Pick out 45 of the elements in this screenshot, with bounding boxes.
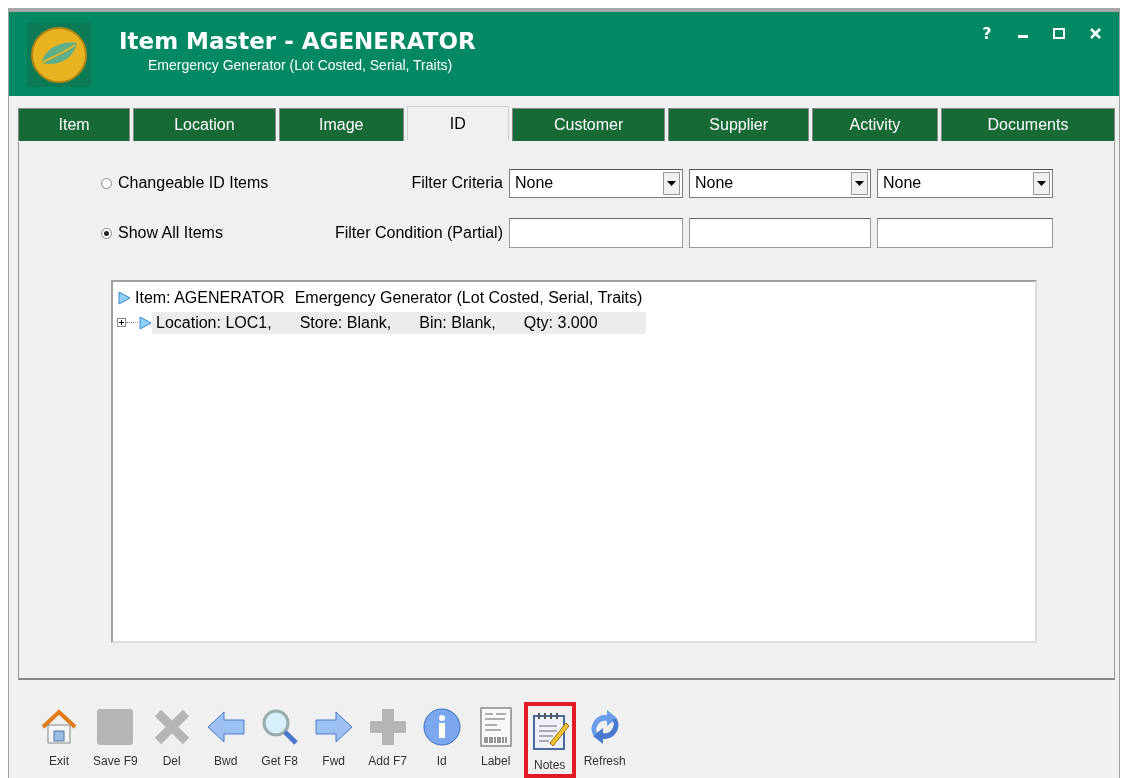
input-field[interactable] [689,218,871,248]
radio-label: Show All Items [118,224,223,242]
help-button[interactable]: ? [969,22,1005,44]
plus-icon [367,706,408,748]
tab[interactable]: Documents [940,108,1115,141]
tab[interactable]: Customer [511,108,666,141]
toolbar-button[interactable]: Refresh [577,698,632,774]
tree-node[interactable]: Item: AGENERATOR Emergency Generator (Lot Costed, Serial, Traits) [131,286,653,309]
window-title: Item Master - AGENERATOR [119,27,476,56]
leaf-logo-icon [27,23,91,87]
toolbar-button[interactable]: Get F8 [253,698,306,774]
radio-button[interactable] [101,227,112,239]
radio-button[interactable] [101,177,112,189]
toolbar-button[interactable]: Exit [33,698,85,774]
triangle-icon [117,290,131,305]
tab[interactable]: Image [278,108,404,141]
toolbar-button[interactable]: Bwd [199,698,252,774]
toolbar-button[interactable]: Id [415,698,468,774]
tab[interactable]: Activity [812,108,938,141]
tab[interactable]: ID [406,106,509,140]
tab[interactable]: Supplier [668,108,809,141]
dropdown[interactable]: None [509,168,683,198]
minimize-icon [1018,35,1028,38]
input-field[interactable] [877,218,1053,248]
tree-node[interactable]: Location: LOC1, Store: Blank, Bin: Blank, Qty: 3.000 [152,311,646,334]
triangle-icon [138,315,152,330]
filter-criteria-label: Filter Criteria [410,174,503,192]
window-subtitle: Emergency Generator (Lot Costed, Serial, Traits) [148,56,454,74]
close-icon [1089,27,1101,39]
radio-option[interactable]: Show All Items [101,224,311,242]
tab[interactable]: Location [133,108,276,141]
maximize-icon [1053,27,1065,39]
dropdown[interactable]: None [877,168,1053,198]
radio-label: Changeable ID Items [118,174,269,192]
tab[interactable]: Item [18,108,131,141]
toolbar-button[interactable]: Notes [523,702,576,778]
info-icon [421,706,462,748]
radio-option[interactable]: Changeable ID Items [101,174,311,192]
toolbar-button[interactable]: Fwd [307,698,360,774]
toolbar-button[interactable]: Label [469,698,522,774]
dropdown[interactable]: None [689,168,871,198]
filter-condition-label: Filter Condition (Partial) [333,224,503,242]
input-field[interactable] [509,218,683,248]
expand-toggle[interactable] [117,318,126,327]
square-icon [95,706,136,748]
